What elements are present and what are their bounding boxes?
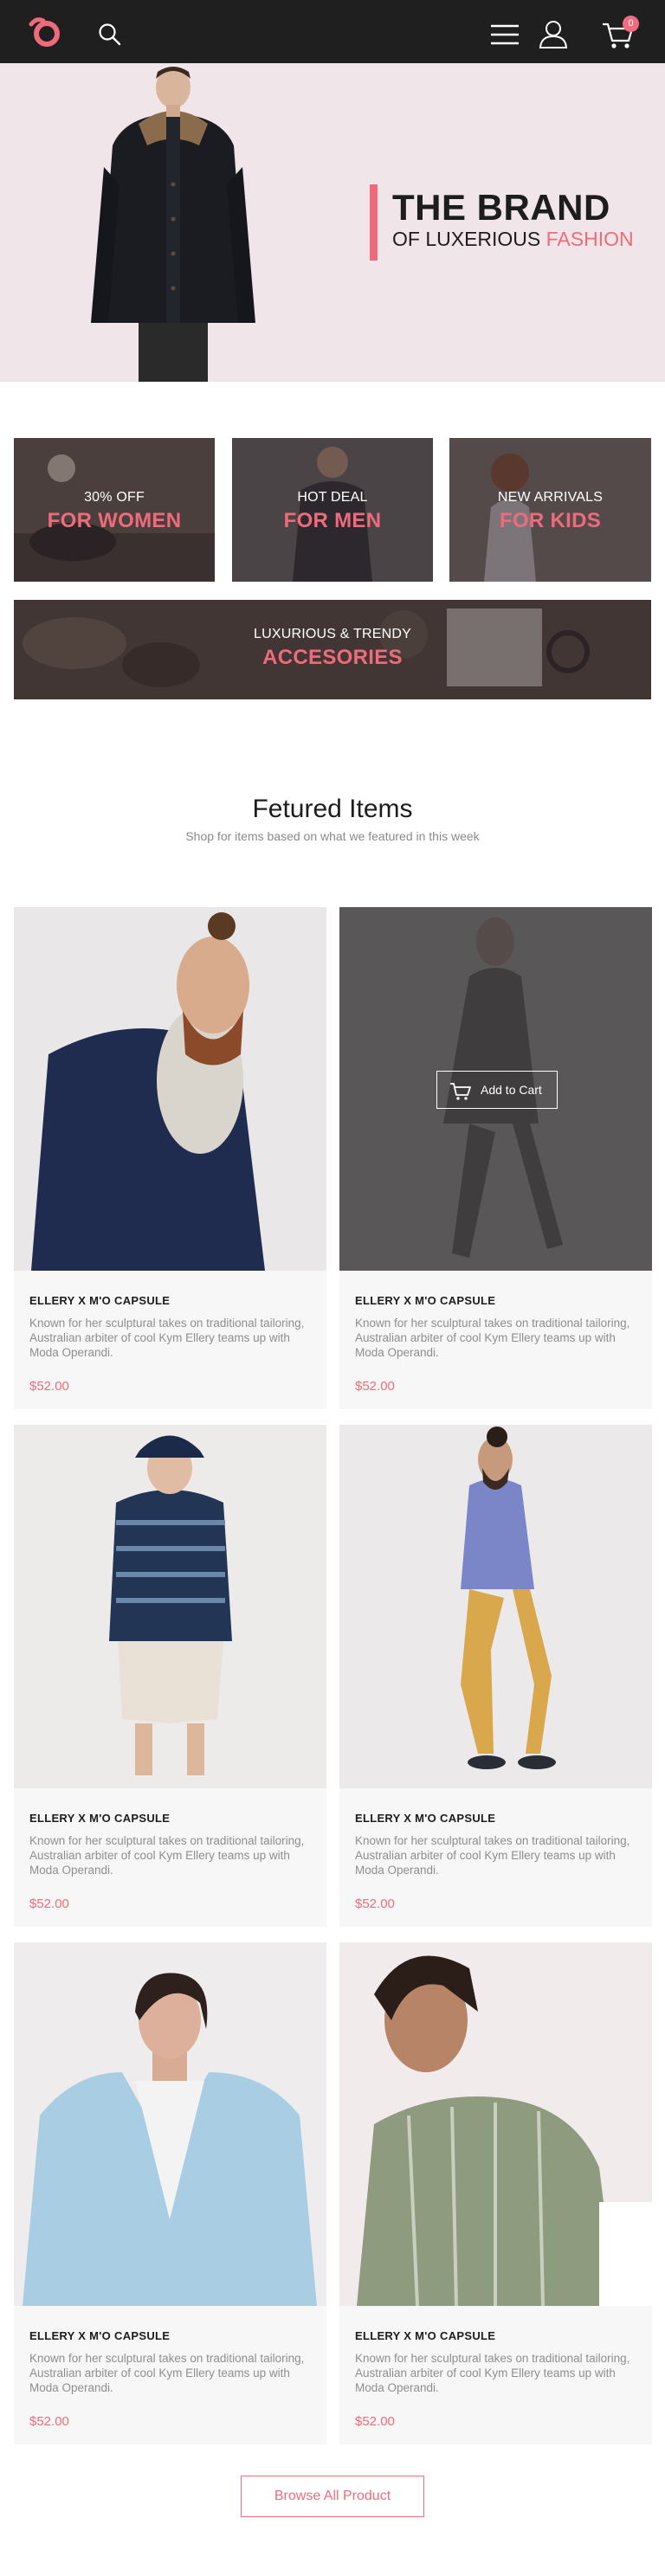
product-photo xyxy=(14,1942,326,2306)
product-price: $52.00 xyxy=(355,2414,395,2429)
category-tile-accessories[interactable]: LUXURIOUS & TRENDY ACCESORIES xyxy=(14,600,651,699)
product-name[interactable]: ELLERY X M'O CAPSULE xyxy=(355,1812,495,1825)
cart-icon xyxy=(450,1083,471,1100)
cart-count-badge: 0 xyxy=(623,16,639,32)
product-name[interactable]: ELLERY X M'O CAPSULE xyxy=(355,1294,495,1307)
product-card[interactable]: ELLERY X M'O CAPSULE Known for her sculp… xyxy=(14,907,326,1409)
tile-title: ACCESORIES xyxy=(262,646,403,669)
product-card[interactable]: ELLERY X M'O CAPSULE Known for her sculp… xyxy=(14,1425,326,1927)
product-price: $52.00 xyxy=(29,1897,69,1911)
product-card[interactable]: Add to Cart ELLERY X M'O CAPSULE Known f… xyxy=(339,907,652,1409)
category-tile-women[interactable]: 30% OFF FOR WOMEN xyxy=(14,438,215,582)
tile-tagline: LUXURIOUS & TRENDY xyxy=(253,627,411,641)
product-image[interactable] xyxy=(339,1942,652,2306)
product-card[interactable]: ELLERY X M'O CAPSULE Known for her sculp… xyxy=(339,1942,652,2444)
hero-subtitle-accent: FASHION xyxy=(546,228,634,250)
tile-title: FOR WOMEN xyxy=(47,509,182,532)
hero-model-image xyxy=(91,67,255,382)
add-to-cart-label: Add to Cart xyxy=(481,1083,542,1097)
featured-subtitle: Shop for items based on what we featured… xyxy=(185,829,480,843)
add-to-cart-button[interactable]: Add to Cart xyxy=(436,1071,558,1109)
product-price: $52.00 xyxy=(29,2414,69,2429)
hero-subtitle: OF LUXERIOUS FASHION xyxy=(392,228,634,251)
category-tile-men[interactable]: HOT DEAL FOR MEN xyxy=(232,438,433,582)
product-photo xyxy=(339,1942,652,2306)
product-card[interactable]: ELLERY X M'O CAPSULE Known for her sculp… xyxy=(14,1942,326,2444)
brand-logo[interactable] xyxy=(26,16,66,48)
product-name[interactable]: ELLERY X M'O CAPSULE xyxy=(29,1812,170,1825)
product-price: $52.00 xyxy=(355,1379,395,1394)
tile-title: FOR KIDS xyxy=(499,509,602,532)
product-description: Known for her sculptural takes on tradit… xyxy=(29,1834,305,1877)
product-photo xyxy=(14,907,326,1271)
tile-tagline: 30% OFF xyxy=(84,490,145,505)
product-image[interactable] xyxy=(14,1942,326,2306)
product-image[interactable] xyxy=(14,907,326,1271)
product-price: $52.00 xyxy=(29,1379,69,1394)
product-card[interactable]: ELLERY X M'O CAPSULE Known for her sculp… xyxy=(339,1425,652,1927)
product-name[interactable]: ELLERY X M'O CAPSULE xyxy=(355,2329,495,2342)
product-image[interactable] xyxy=(339,1425,652,1788)
hero-accent-bar xyxy=(370,184,378,261)
hero-subtitle-prefix: OF LUXERIOUS xyxy=(392,228,546,250)
tile-tagline: NEW ARRIVALS xyxy=(497,490,604,505)
product-description: Known for her sculptural takes on tradit… xyxy=(355,2352,630,2394)
product-image[interactable] xyxy=(14,1425,326,1788)
tile-tagline: HOT DEAL xyxy=(297,490,368,505)
product-name[interactable]: ELLERY X M'O CAPSULE xyxy=(29,2329,170,2342)
hero-banner: THE BRAND OF LUXERIOUS FASHION xyxy=(0,63,665,382)
product-description: Known for her sculptural takes on tradit… xyxy=(29,1317,305,1359)
browse-all-button[interactable]: Browse All Product xyxy=(241,2476,424,2517)
product-description: Known for her sculptural takes on tradit… xyxy=(355,1317,630,1359)
product-description: Known for her sculptural takes on tradit… xyxy=(29,2352,305,2394)
product-name[interactable]: ELLERY X M'O CAPSULE xyxy=(29,1294,170,1307)
product-description: Known for her sculptural takes on tradit… xyxy=(355,1834,630,1877)
menu-icon[interactable] xyxy=(490,23,520,46)
product-photo xyxy=(14,1425,326,1788)
search-icon[interactable] xyxy=(98,23,122,47)
featured-title: Fetured Items xyxy=(252,795,413,823)
tile-title: FOR MEN xyxy=(283,509,382,532)
hero-title: THE BRAND xyxy=(392,187,610,228)
product-price: $52.00 xyxy=(355,1897,395,1911)
product-photo xyxy=(339,1425,652,1788)
user-icon[interactable] xyxy=(539,19,568,48)
site-header: 0 xyxy=(0,0,665,63)
category-tile-kids[interactable]: NEW ARRIVALS FOR KIDS xyxy=(449,438,651,582)
